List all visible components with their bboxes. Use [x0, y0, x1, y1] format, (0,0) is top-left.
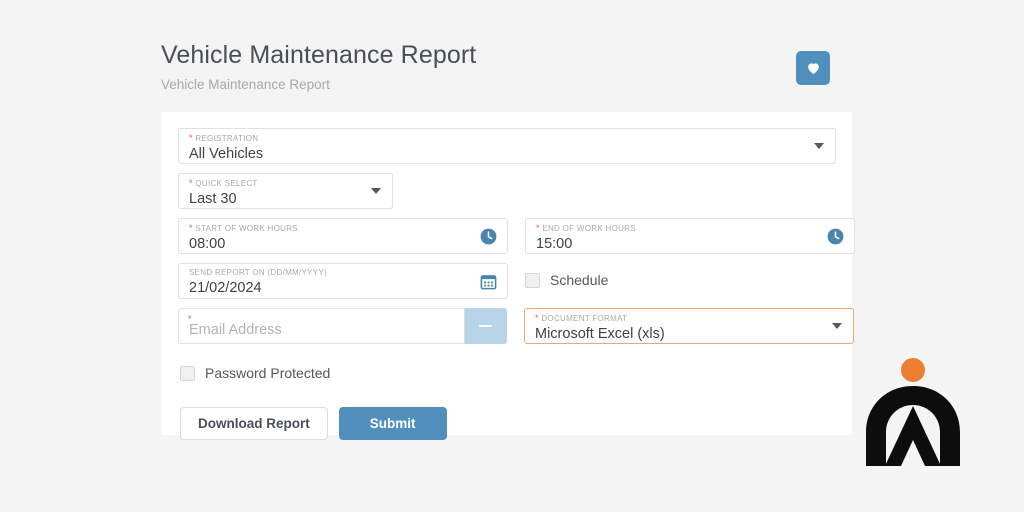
chevron-down-icon	[371, 188, 381, 194]
quick-select-select[interactable]: * QUICK SELECT Last 30	[178, 173, 393, 209]
send-report-date-input[interactable]: SEND REPORT ON (DD/MM/YYYY) 21/02/2024	[178, 263, 508, 299]
required-asterisk: *	[189, 223, 193, 233]
start-work-hours-label-text: START OF WORK HOURS	[195, 224, 298, 233]
quick-select-label: * QUICK SELECT	[189, 178, 382, 189]
report-form: * REGISTRATION All Vehicles * QUICK SELE…	[178, 128, 839, 440]
company-logo	[853, 348, 973, 468]
email-address-input[interactable]: * Email Address	[178, 308, 465, 344]
document-format-select[interactable]: * DOCUMENT FORMAT Microsoft Excel (xls)	[524, 308, 854, 344]
end-work-hours-label: * END OF WORK HOURS	[536, 223, 844, 234]
registration-row: * REGISTRATION All Vehicles	[178, 128, 839, 164]
required-asterisk: *	[535, 313, 539, 323]
required-asterisk: *	[536, 223, 540, 233]
password-protected-label: Password Protected	[205, 364, 330, 382]
email-format-row: * Email Address * DOCUMENT FORMAT Micros…	[178, 308, 839, 344]
start-work-hours-label: * START OF WORK HOURS	[189, 223, 497, 234]
registration-label-text: REGISTRATION	[195, 134, 258, 143]
email-placeholder: Email Address	[189, 321, 454, 340]
heart-icon	[805, 60, 822, 76]
page-title: Vehicle Maintenance Report	[161, 40, 852, 70]
required-asterisk: *	[189, 178, 193, 188]
clock-icon[interactable]	[479, 227, 498, 246]
schedule-checkbox-row[interactable]: Schedule	[525, 271, 608, 289]
document-format-label-text: DOCUMENT FORMAT	[541, 314, 627, 323]
start-work-hours-value: 08:00	[189, 235, 497, 254]
page-header: Vehicle Maintenance Report Vehicle Maint…	[161, 40, 852, 105]
minus-icon	[479, 325, 492, 328]
password-protected-row[interactable]: Password Protected	[180, 364, 839, 382]
start-work-hours-input[interactable]: * START OF WORK HOURS 08:00	[178, 218, 508, 254]
password-protected-checkbox[interactable]	[180, 366, 195, 381]
document-format-label: * DOCUMENT FORMAT	[535, 313, 843, 324]
chevron-down-icon	[832, 323, 842, 329]
quick-select-value: Last 30	[189, 190, 382, 209]
registration-select[interactable]: * REGISTRATION All Vehicles	[178, 128, 836, 164]
logo-dot	[901, 358, 925, 382]
required-asterisk: *	[188, 314, 192, 324]
end-work-hours-value: 15:00	[536, 235, 844, 254]
schedule-checkbox[interactable]	[525, 273, 540, 288]
page-subtitle: Vehicle Maintenance Report	[161, 76, 852, 93]
form-actions: Download Report Submit	[180, 407, 839, 440]
calendar-icon[interactable]	[479, 272, 498, 291]
quick-select-label-text: QUICK SELECT	[195, 179, 257, 188]
send-report-value: 21/02/2024	[189, 279, 497, 298]
send-report-label: SEND REPORT ON (DD/MM/YYYY)	[189, 268, 497, 278]
schedule-label: Schedule	[550, 271, 608, 289]
submit-button[interactable]: Submit	[339, 407, 447, 440]
report-form-card: * REGISTRATION All Vehicles * QUICK SELE…	[161, 112, 852, 435]
send-report-row: SEND REPORT ON (DD/MM/YYYY) 21/02/2024 S…	[178, 263, 839, 299]
logo-arrow	[885, 406, 941, 466]
required-asterisk: *	[189, 133, 193, 143]
chevron-down-icon	[814, 143, 824, 149]
download-report-button[interactable]: Download Report	[180, 407, 328, 440]
registration-label: * REGISTRATION	[189, 133, 825, 144]
clock-icon[interactable]	[826, 227, 845, 246]
end-work-hours-input[interactable]: * END OF WORK HOURS 15:00	[525, 218, 855, 254]
remove-email-button[interactable]	[464, 308, 507, 344]
work-hours-row: * START OF WORK HOURS 08:00 * END OF WOR…	[178, 218, 839, 254]
quick-select-row: * QUICK SELECT Last 30	[178, 173, 839, 209]
favorite-button[interactable]	[796, 51, 830, 85]
end-work-hours-label-text: END OF WORK HOURS	[542, 224, 636, 233]
document-format-value: Microsoft Excel (xls)	[535, 325, 843, 344]
email-group: * Email Address	[178, 308, 507, 344]
registration-value: All Vehicles	[189, 145, 825, 164]
